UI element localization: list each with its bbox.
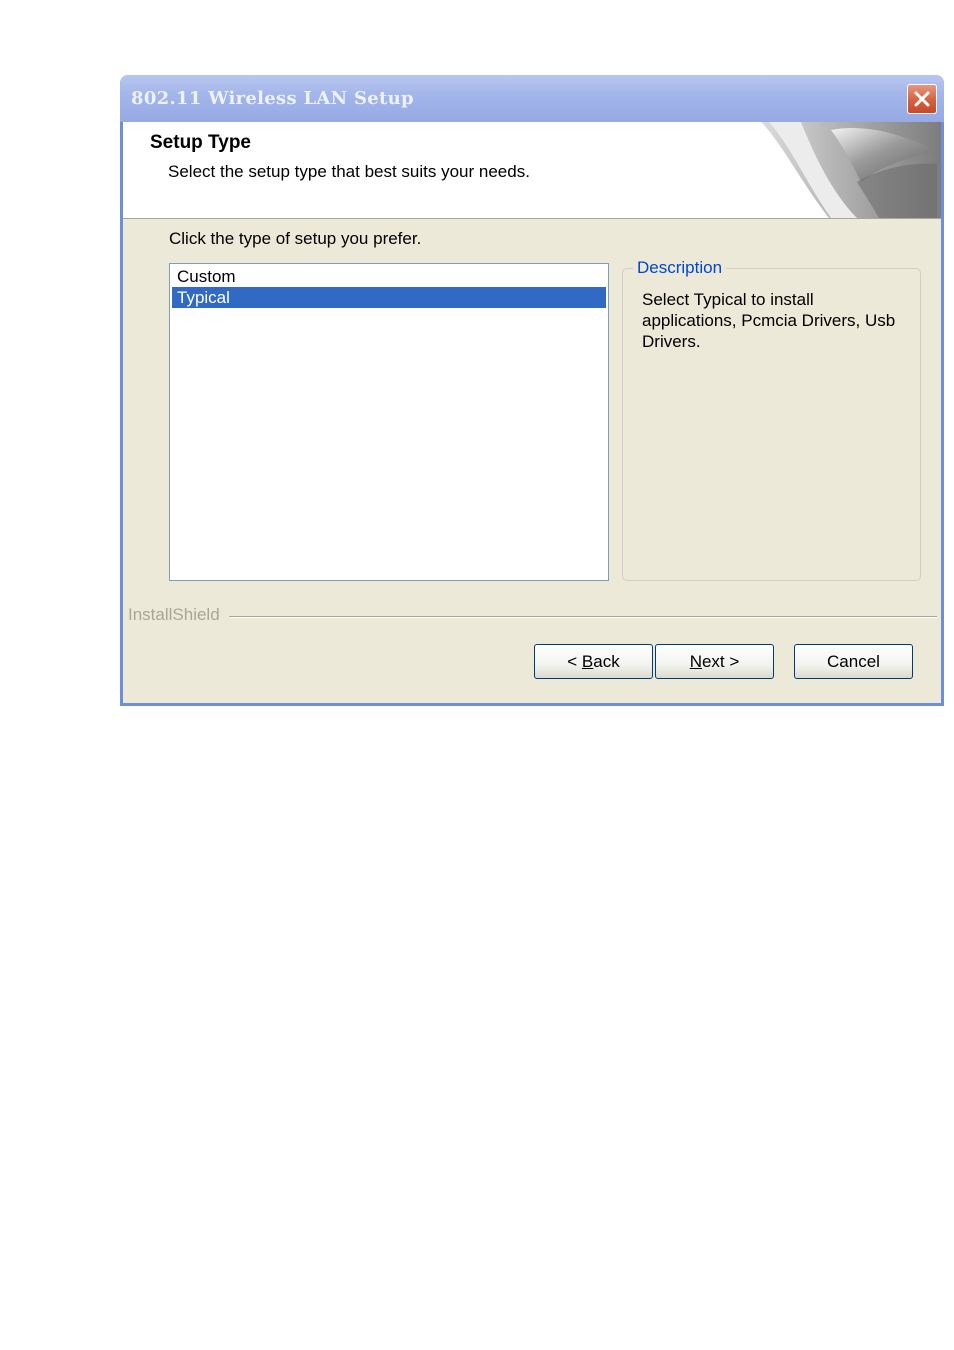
next-button[interactable]: Next > (655, 644, 774, 679)
description-text: Select Typical to install applications, … (642, 290, 896, 351)
setup-prompt: Click the type of setup you prefer. (169, 229, 422, 248)
next-accelerator: N (689, 652, 702, 671)
list-item-custom[interactable]: Custom (172, 266, 606, 287)
page-subtitle: Select the setup type that best suits yo… (168, 162, 530, 181)
footer-divider (229, 616, 937, 618)
wizard-header: Setup Type Select the setup type that be… (123, 122, 941, 219)
page-title: Setup Type (150, 132, 251, 153)
setup-type-list[interactable]: Custom Typical (169, 263, 609, 581)
back-button[interactable]: < Back (534, 644, 653, 679)
setup-dialog: 802.11 Wireless LAN Setup Setup Type Sel… (120, 75, 944, 706)
back-prefix: < (567, 652, 582, 671)
next-label-rest: ext > (701, 652, 740, 671)
list-item-typical[interactable]: Typical (172, 287, 606, 308)
description-legend: Description (633, 258, 727, 278)
back-label-rest: ack (593, 652, 620, 671)
back-accelerator: B (581, 652, 594, 671)
description-groupbox: Description Select Typical to install ap… (622, 258, 921, 581)
cancel-button[interactable]: Cancel (794, 644, 913, 679)
close-x-icon (914, 91, 930, 107)
close-button[interactable] (907, 84, 937, 114)
page-curl-graphic (761, 122, 941, 218)
installshield-brand: InstallShield (128, 605, 220, 624)
window-title: 802.11 Wireless LAN Setup (131, 88, 414, 109)
title-bar[interactable]: 802.11 Wireless LAN Setup (120, 75, 944, 122)
